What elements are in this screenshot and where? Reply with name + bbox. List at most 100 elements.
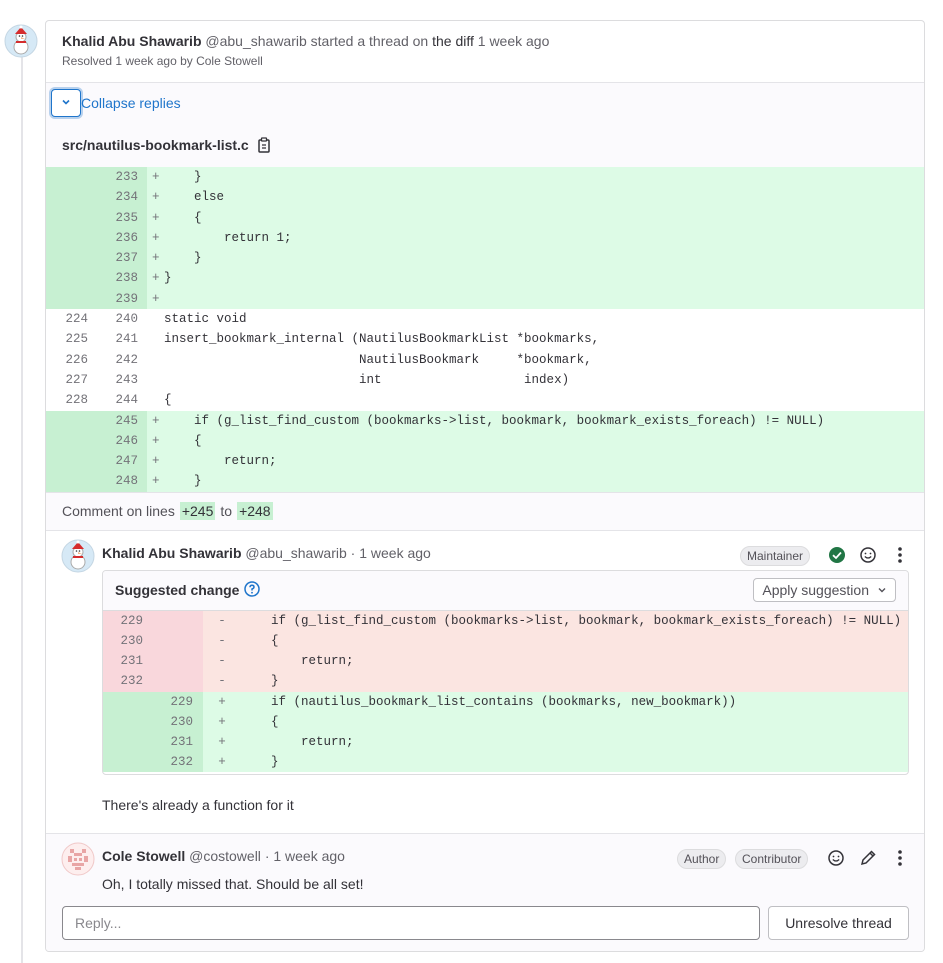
thread-author-name[interactable]: Khalid Abu Shawarib [62,33,202,49]
apply-suggestion-button[interactable]: Apply suggestion [753,578,896,603]
copy-file-path-icon[interactable] [257,137,271,153]
old-line-number[interactable] [46,288,96,310]
new-line-number[interactable]: 243 [96,370,146,390]
new-line-number[interactable]: 235 [96,207,146,228]
contributor-badge: Contributor [735,848,809,869]
thread-author-handle[interactable]: @abu_shawarib [205,33,306,49]
diff-sign: + [218,694,226,709]
collapse-replies-label[interactable]: Collapse replies [81,95,181,111]
new-line-number: 232 [153,752,203,773]
old-line-number [103,752,153,773]
old-line-number[interactable] [46,268,96,289]
note-author-handle[interactable]: @costowell [189,848,261,864]
old-line-number[interactable] [46,167,96,188]
timeline-line [21,52,23,963]
diff-line: 225 241 insert_bookmark_internal (Nautil… [46,329,924,349]
code-line: } [164,474,202,489]
suggestion-line: 229 - if (g_list_find_custom (bookmarks-… [103,610,908,631]
old-line-number[interactable]: 225 [46,329,96,349]
note-author-name[interactable]: Khalid Abu Shawarib [102,545,242,561]
file-name[interactable]: src/nautilus-bookmark-list.c [62,137,249,153]
new-line-number[interactable]: 242 [96,350,146,370]
thread-header: Khalid Abu Shawarib @abu_shawarib starte… [46,21,924,83]
old-line-number[interactable] [46,207,96,228]
suggestion-line: 230 - { [103,630,908,652]
old-line-number: 232 [103,671,153,692]
old-line-number[interactable]: 224 [46,309,96,329]
note-author-handle[interactable]: @abu_shawarib [245,545,346,561]
new-line-number[interactable]: 240 [96,309,146,329]
code-line: NautilusBookmark *bookmark, [164,352,592,367]
new-line-number[interactable]: 238 [96,268,146,289]
old-line-number[interactable] [46,187,96,208]
old-line-number[interactable] [46,227,96,249]
code-line: static void [164,312,247,327]
new-line-number[interactable]: 233 [96,167,146,188]
add-reaction-icon[interactable] [826,848,846,868]
add-reaction-icon[interactable] [858,545,878,565]
new-line-number[interactable]: 246 [96,430,146,452]
new-line-number: 229 [153,691,203,712]
note-time[interactable]: · 1 week ago [265,848,345,864]
code-line: if (g_list_find_custom (bookmarks->list,… [241,613,902,628]
new-line-number: 231 [153,731,203,753]
note-author-name[interactable]: Cole Stowell [102,848,185,864]
old-line-number[interactable] [46,410,96,431]
code-line: } [164,271,172,286]
reply-input[interactable]: Reply... [62,906,760,940]
avatar[interactable] [4,24,38,58]
new-line-number[interactable]: 234 [96,187,146,208]
new-line-number [153,610,203,631]
note-time[interactable]: · 1 week ago [351,545,431,561]
suggested-change-title: Suggested change [115,582,240,599]
thread-time[interactable]: 1 week ago [478,33,550,49]
new-line-number[interactable]: 247 [96,451,146,472]
diff-line: 239 + [46,288,924,310]
diff-sign: - [218,674,226,689]
comment-on-prefix: Comment on lines [62,503,175,520]
more-actions-icon[interactable] [890,545,910,565]
old-line-number: 230 [103,630,153,652]
code-line: } [164,170,202,184]
new-line-number[interactable]: 237 [96,248,146,269]
help-icon[interactable] [244,581,261,600]
avatar[interactable] [61,842,95,876]
diff-line: 224 240 static void [46,309,924,329]
diff-line: 248 + } [46,471,924,492]
old-line-number[interactable] [46,451,96,472]
old-line-number [103,731,153,753]
code-line: { [241,714,279,729]
new-line-number: 230 [153,711,203,732]
old-line-number[interactable] [46,248,96,269]
new-line-number [153,630,203,652]
collapse-replies-button[interactable] [51,89,81,117]
author-badge: Author [677,848,727,869]
old-line-number[interactable]: 226 [46,350,96,370]
diff-line: 228 244 { [46,390,924,410]
old-line-number: 231 [103,651,153,672]
new-line-number[interactable]: 245 [96,410,146,431]
code-line: if (nautilus_bookmark_list_contains (boo… [241,694,737,709]
new-line-number [153,651,203,672]
new-line-number[interactable]: 236 [96,227,146,249]
new-line-number[interactable]: 239 [96,288,146,310]
avatar[interactable] [61,539,95,573]
note-maintainer: Khalid Abu Shawarib @abu_shawarib · 1 we… [46,529,924,833]
more-actions-icon[interactable] [890,848,910,868]
chevron-down-icon [877,582,887,598]
new-line-number[interactable]: 248 [96,471,146,492]
unresolve-thread-button[interactable]: Unresolve thread [768,906,909,940]
old-line-number[interactable]: 228 [46,390,96,410]
suggestion-line: 231 - return; [103,651,908,672]
new-line-number[interactable]: 244 [96,390,146,410]
note-body: Oh, I totally missed that. Should be all… [102,875,364,892]
old-line-number[interactable] [46,471,96,492]
resolved-check-icon[interactable] [827,545,847,565]
old-line-number[interactable] [46,430,96,452]
new-line-number[interactable]: 241 [96,329,146,349]
maintainer-badge: Maintainer [740,545,811,566]
code-line: } [241,755,279,770]
edit-pencil-icon[interactable] [858,848,878,868]
diff-link[interactable]: the diff [432,33,474,49]
old-line-number[interactable]: 227 [46,370,96,390]
